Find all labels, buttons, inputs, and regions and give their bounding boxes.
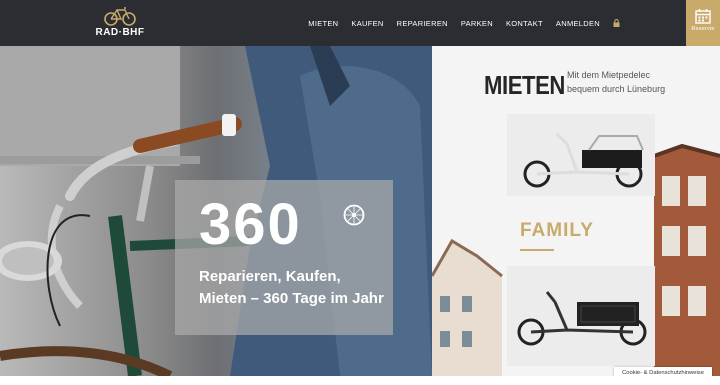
cargo-bike-card-2[interactable]	[507, 266, 655, 366]
hero-big-number: 360	[199, 192, 302, 257]
lock-icon[interactable]	[613, 19, 620, 27]
cargo-bike-card-1[interactable]	[507, 114, 655, 196]
hero-section: 360 Reparieren, Kaufen, Mieten – 360 Tag…	[0, 46, 432, 376]
cargo-bike-image	[523, 132, 644, 188]
rent-subtitle-line-2: bequem durch Lüneburg	[567, 84, 666, 94]
hero-tagline-line-2: Mieten – 360 Tage im Jahr	[199, 290, 384, 307]
nav-item-anmelden[interactable]: ANMELDEN	[556, 19, 600, 28]
rent-subtitle-line-1: Mit dem Mietpedelec	[567, 70, 651, 80]
bicycle-logo-icon	[104, 7, 136, 26]
logo-text: RAD·BHF	[95, 27, 145, 38]
site-logo[interactable]: RAD·BHF	[88, 6, 152, 42]
reserve-button[interactable]: Reservie	[686, 0, 720, 46]
calendar-icon	[695, 9, 711, 24]
page-bottom-edge	[0, 376, 720, 385]
nav-item-mieten[interactable]: MIETEN	[308, 19, 338, 28]
top-navigation-bar: RAD·BHF MIETEN KAUFEN REPARIEREN PARKEN …	[0, 0, 720, 46]
bicycle-wheel-icon	[343, 204, 365, 226]
rent-panel: MIETEN Mit dem Mietpedelec bequem durch …	[432, 46, 720, 376]
hero-tagline-line-1: Reparieren, Kaufen,	[199, 268, 341, 285]
cargo-bike-image-2	[517, 291, 647, 346]
hero-tagline: Reparieren, Kaufen, Mieten – 360 Tage im…	[199, 266, 384, 310]
reserve-label: Reservie	[691, 26, 715, 32]
nav-item-kaufen[interactable]: KAUFEN	[351, 19, 383, 28]
rent-section-subtitle: Mit dem Mietpedelec bequem durch Lünebur…	[567, 68, 665, 96]
rent-section-title: MIETEN	[484, 70, 565, 100]
nav-item-kontakt[interactable]: KONTAKT	[506, 19, 543, 28]
hero-overlay-box: 360 Reparieren, Kaufen, Mieten – 360 Tag…	[175, 180, 393, 335]
main-navigation: MIETEN KAUFEN REPARIEREN PARKEN KONTAKT …	[308, 0, 620, 46]
nav-item-parken[interactable]: PARKEN	[461, 19, 493, 28]
nav-item-reparieren[interactable]: REPARIEREN	[397, 19, 448, 28]
family-underline	[520, 249, 554, 251]
family-card-label: FAMILY	[520, 220, 594, 241]
